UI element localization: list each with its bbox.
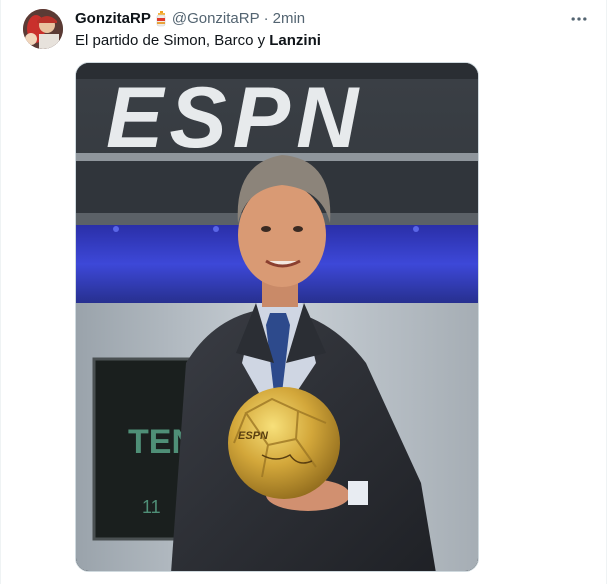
tweet-header: GonzitaRP @GonzitaRP · 2min: [75, 9, 305, 29]
avatar[interactable]: [23, 9, 63, 49]
screen-small-text: 11: [142, 497, 161, 517]
tweet-media-image[interactable]: TEN 11 ESPN ESPN: [75, 62, 479, 572]
tweet-text: El partido de Simon, Barco y Lanzini: [75, 31, 321, 51]
display-name[interactable]: GonzitaRP: [75, 9, 151, 29]
ball-mark-text: ESPN: [238, 430, 269, 442]
tweet-text-plain: El partido de Simon, Barco y: [75, 32, 270, 49]
espn-logo-text: ESPN: [106, 70, 364, 166]
separator-dot: ·: [263, 10, 269, 27]
tweet-timestamp[interactable]: 2min: [273, 9, 306, 29]
tweet-card[interactable]: GonzitaRP @GonzitaRP · 2min El partido d…: [0, 0, 607, 584]
fire-extinguisher-icon: [154, 10, 168, 28]
tweet-text-bold: Lanzini: [269, 32, 321, 49]
user-handle[interactable]: @GonzitaRP: [172, 9, 260, 29]
more-horizontal-icon: [571, 17, 587, 21]
more-options-button[interactable]: [567, 9, 591, 29]
